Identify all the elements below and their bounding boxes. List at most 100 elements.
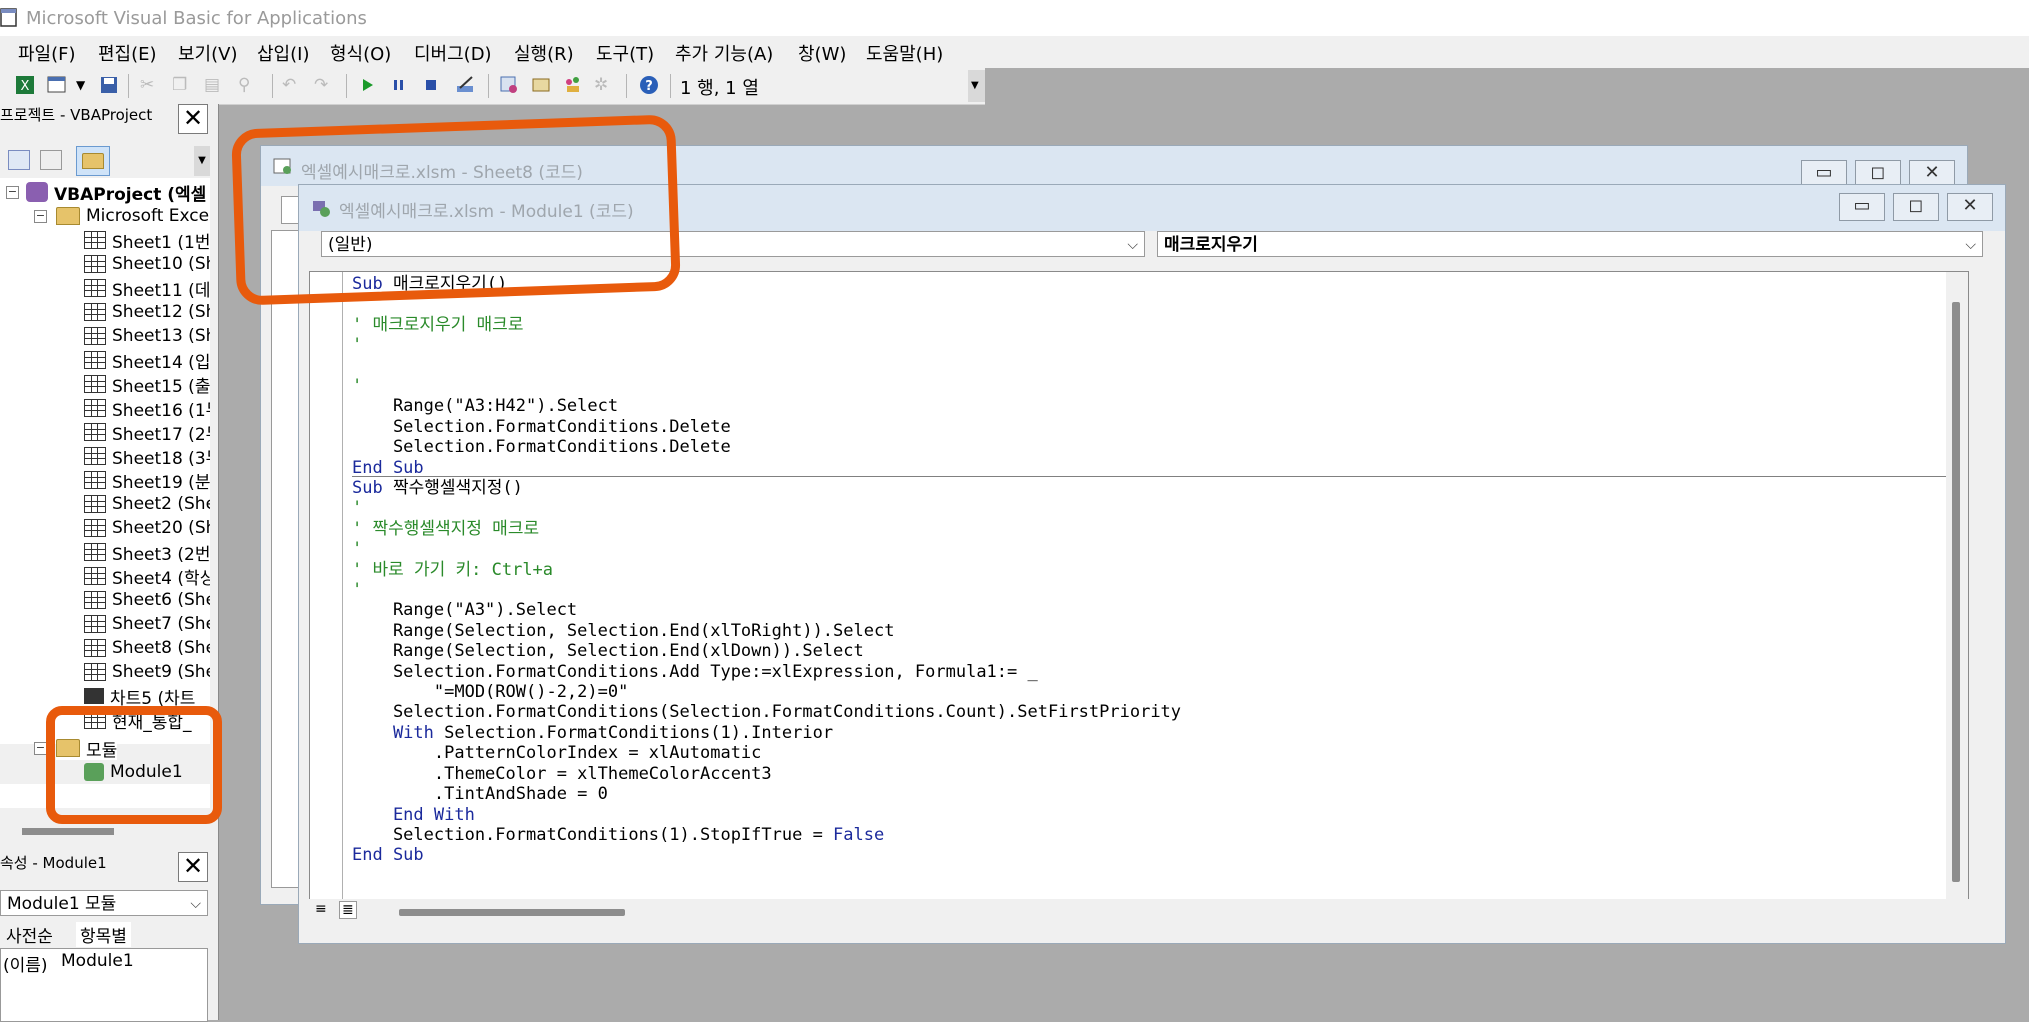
dropdown-arrow-icon[interactable]: ▼ <box>76 74 98 96</box>
collapse-icon[interactable]: − <box>6 186 19 199</box>
code-line[interactable]: ' 바로 가기 키: Ctrl+a <box>352 560 1181 580</box>
tree-sheet[interactable]: Sheet16 (1두 <box>84 396 210 421</box>
tab-alphabetic[interactable]: 사전순 <box>6 922 53 947</box>
view-object-icon[interactable] <box>40 150 62 170</box>
module1-code-window[interactable]: 엑셀예시매크로.xlsm - Module1 (코드) ▭ ◻ ✕ (일반) ⌵ … <box>298 184 2006 944</box>
code-line[interactable]: .PatternColorIndex = xlAutomatic <box>352 743 1181 763</box>
menu-format[interactable]: 형식(O) <box>330 40 391 66</box>
reset-icon[interactable] <box>420 74 442 96</box>
tree-sheet[interactable]: Sheet11 (데 <box>84 276 210 301</box>
undo-icon[interactable]: ↶ <box>282 74 304 96</box>
code-line[interactable]: .ThemeColor = xlThemeColorAccent3 <box>352 764 1181 784</box>
properties-close-button[interactable]: ✕ <box>178 852 208 882</box>
code-line[interactable]: Sub 매크로지우기() <box>352 274 731 294</box>
insert-userform-icon[interactable] <box>46 74 68 96</box>
menu-file[interactable]: 파일(F) <box>18 40 76 66</box>
object-combo[interactable]: (일반) ⌵ <box>321 231 1145 257</box>
code-line[interactable]: Selection.FormatConditions(1).StopIfTrue… <box>352 825 1181 845</box>
procedure-view-icon[interactable]: ≡ <box>315 901 327 917</box>
code-line[interactable] <box>352 356 731 376</box>
property-name-value[interactable]: Module1 <box>61 951 134 971</box>
module1-window-titlebar[interactable]: 엑셀예시매크로.xlsm - Module1 (코드) ▭ ◻ ✕ <box>299 185 2005 231</box>
code-line[interactable]: Selection.FormatConditions.Delete <box>352 437 731 457</box>
tree-sheet[interactable]: Sheet14 (입 <box>84 348 210 373</box>
collapse-icon[interactable]: − <box>34 742 47 755</box>
help-icon[interactable]: ? <box>638 74 660 96</box>
tree-sheet[interactable]: Sheet19 (분 <box>84 468 210 493</box>
tree-sheet[interactable]: Sheet2 (She <box>84 492 210 516</box>
tree-workbook[interactable]: 현재_통합_ <box>84 708 192 733</box>
code-line[interactable]: ' <box>352 498 1181 518</box>
tree-sheet[interactable]: Sheet7 (She <box>84 612 210 636</box>
tree-sheet[interactable]: Sheet17 (2두 <box>84 420 210 445</box>
break-icon[interactable] <box>388 74 410 96</box>
properties-object-combo[interactable]: Module1 모듈 ⌵ <box>0 890 208 916</box>
tree-sheet[interactable]: Sheet18 (3두 <box>84 444 210 469</box>
code-line[interactable]: ' <box>352 376 731 396</box>
code-line[interactable]: Range(Selection, Selection.End(xlToRight… <box>352 621 1181 641</box>
code-editor[interactable]: Sub 매크로지우기() ' ' 매크로지우기 매크로 ' ' Range("A3:H4… <box>309 271 1969 919</box>
tree-sheet[interactable]: Sheet15 (출 <box>84 372 210 397</box>
code-line[interactable]: ' <box>352 294 731 314</box>
code-line[interactable]: End With <box>352 805 1181 825</box>
margin-indicator-bar[interactable] <box>310 272 343 918</box>
code-vscroll-thumb[interactable] <box>1952 302 1960 882</box>
maximize-button[interactable]: ◻ <box>1893 193 1939 221</box>
toolbox-icon[interactable]: ✲ <box>594 74 616 96</box>
run-icon[interactable] <box>356 74 378 96</box>
copy-icon[interactable]: ❐ <box>172 74 194 96</box>
menu-tools[interactable]: 도구(T) <box>596 40 654 66</box>
close-button[interactable]: ✕ <box>1947 193 1993 221</box>
menu-help[interactable]: 도움말(H) <box>866 40 943 66</box>
tree-sheet[interactable]: Sheet8 (She <box>84 636 210 660</box>
view-excel-icon[interactable]: X <box>14 74 36 96</box>
design-mode-icon[interactable] <box>454 74 476 96</box>
tab-categorized[interactable]: 항목별 <box>76 922 131 947</box>
code-line[interactable]: ' <box>352 335 731 355</box>
menu-view[interactable]: 보기(V) <box>178 40 237 66</box>
properties-window-icon[interactable] <box>530 74 552 96</box>
code-sub-1[interactable]: Sub 매크로지우기() ' ' 매크로지우기 매크로 ' ' Range("A3:H4… <box>352 274 731 478</box>
tree-sheet[interactable]: Sheet1 (1번 <box>84 228 210 253</box>
code-line[interactable]: ' 짝수행셀색지정 매크로 <box>352 519 1181 539</box>
tree-sheet[interactable]: Sheet10 (Sh <box>84 252 210 276</box>
code-hscroll-thumb[interactable] <box>399 909 625 916</box>
tree-sheet[interactable]: Sheet13 (Sh <box>84 324 210 348</box>
cut-icon[interactable]: ✂ <box>140 74 162 96</box>
redo-icon[interactable]: ↷ <box>314 74 336 96</box>
code-line[interactable]: Range(Selection, Selection.End(xlDown)).… <box>352 641 1181 661</box>
code-line[interactable]: End Sub <box>352 458 731 478</box>
find-icon[interactable]: ⚲ <box>238 74 260 96</box>
toolbar-overflow-button[interactable]: ▼ <box>968 70 985 102</box>
project-close-button[interactable]: ✕ <box>178 104 208 134</box>
sheet8-window-titlebar[interactable]: 엑셀예시매크로.xlsm - Sheet8 (코드) ▭ ◻ ✕ <box>261 146 1967 188</box>
code-line[interactable]: Sub 짝수행셀색지정() <box>352 478 1181 498</box>
code-line[interactable]: ' <box>352 539 1181 559</box>
menu-addins[interactable]: 추가 기능(A) <box>675 40 773 66</box>
code-line[interactable]: Range("A3:H42").Select <box>352 396 731 416</box>
menu-debug[interactable]: 디버그(D) <box>414 40 492 66</box>
toggle-folders-icon[interactable] <box>76 146 110 176</box>
code-line[interactable]: Selection.FormatConditions.Delete <box>352 417 731 437</box>
tree-root[interactable]: VBAProject (엑셀 <box>26 180 206 205</box>
code-line[interactable]: ' <box>352 580 1181 600</box>
object-browser-icon[interactable] <box>562 74 584 96</box>
tree-sheet[interactable]: Sheet9 (She <box>84 660 210 684</box>
tree-sheet[interactable]: Sheet20 (Sh <box>84 516 210 540</box>
save-icon[interactable] <box>98 74 120 96</box>
code-line[interactable]: Range("A3").Select <box>352 600 1181 620</box>
code-line[interactable]: .TintAndShade = 0 <box>352 784 1181 804</box>
code-line[interactable]: End Sub <box>352 845 1181 865</box>
menu-edit[interactable]: 편집(E) <box>98 40 157 66</box>
tree-modules-folder[interactable]: 모듈 <box>56 736 118 761</box>
view-code-icon[interactable] <box>8 150 30 170</box>
tree-sheet[interactable]: Sheet4 (학싱 <box>84 564 210 589</box>
paste-icon[interactable]: ▤ <box>204 74 226 96</box>
code-line[interactable]: "=MOD(ROW()-2,2)=0" <box>352 682 1181 702</box>
minimize-button[interactable]: ▭ <box>1839 193 1885 221</box>
code-line[interactable]: With Selection.FormatConditions(1).Inter… <box>352 723 1181 743</box>
code-vscroll[interactable] <box>1946 272 1968 918</box>
tree-sheet[interactable]: Sheet12 (Sh <box>84 300 210 324</box>
tree-module1[interactable]: Module1 <box>84 760 183 784</box>
tree-sheet[interactable]: Sheet3 (2번 <box>84 540 210 565</box>
